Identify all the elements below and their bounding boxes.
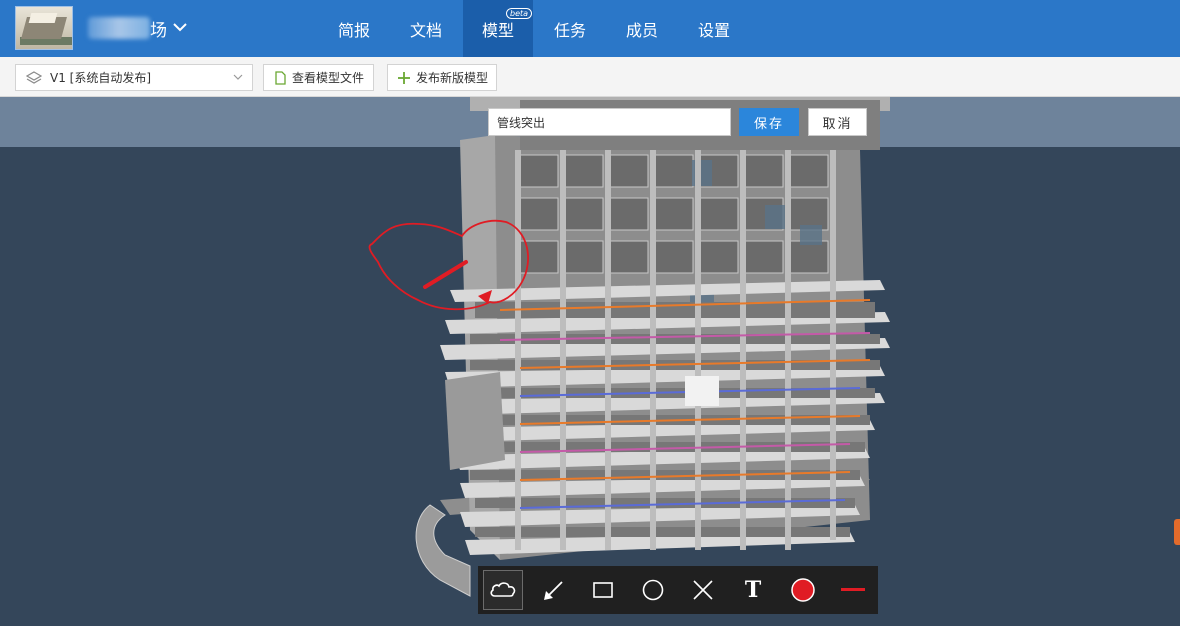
arrow-icon: [544, 581, 563, 600]
model-3d-viewport[interactable]: [0, 97, 1180, 626]
cloud-icon: [490, 582, 516, 597]
plus-icon: [398, 71, 410, 84]
publish-new-model-label: 发布新版模型: [416, 71, 489, 85]
cancel-button[interactable]: 取消: [808, 108, 867, 136]
chevron-down-icon: [233, 74, 243, 80]
version-select[interactable]: V1 [系统自动发布]: [15, 64, 253, 91]
file-icon: [275, 70, 286, 85]
line-width-icon: [841, 588, 865, 591]
tab-documents-label: 文档: [409, 20, 442, 40]
color-picker-tool[interactable]: [778, 566, 828, 614]
model-toolbar: V1 [系统自动发布] 查看模型文件 发布新版模型: [0, 57, 1180, 97]
tab-documents[interactable]: 文档: [391, 0, 461, 57]
tab-settings[interactable]: 设置: [679, 0, 749, 57]
save-button[interactable]: 保存: [739, 108, 799, 136]
layers-icon: [26, 70, 42, 84]
redacted-project-name: [88, 17, 150, 39]
tab-members-label: 成员: [625, 20, 658, 40]
project-thumbnail[interactable]: [15, 6, 73, 50]
project-switcher[interactable]: 场: [88, 14, 187, 42]
tab-model-label: 模型: [481, 20, 514, 40]
markup-toolbar: T: [478, 566, 878, 614]
text-icon: T: [744, 577, 762, 603]
publish-new-model-button[interactable]: 发布新版模型: [387, 64, 497, 91]
top-navigation-bar: 场 简报 文档 模型 beta 任务 成员 设置: [0, 0, 1180, 57]
tab-members[interactable]: 成员: [607, 0, 677, 57]
circle-icon: [642, 579, 664, 601]
view-model-files-button[interactable]: 查看模型文件: [263, 64, 374, 91]
rectangle-tool[interactable]: [578, 566, 628, 614]
annotation-title-input[interactable]: [488, 108, 731, 136]
view-model-files-label: 查看模型文件: [292, 71, 365, 85]
version-select-value: V1 [系统自动发布]: [50, 71, 152, 85]
arrow-tool[interactable]: [528, 566, 578, 614]
chevron-down-icon: [173, 20, 187, 36]
rectangle-icon: [593, 582, 613, 598]
tab-briefing-label: 简报: [337, 20, 370, 40]
tab-briefing[interactable]: 简报: [319, 0, 389, 57]
beta-badge: beta: [506, 8, 533, 19]
circle-tool[interactable]: [628, 566, 678, 614]
cross-icon: [693, 580, 713, 600]
cross-tool[interactable]: [678, 566, 728, 614]
color-picker-icon: [791, 578, 815, 602]
side-panel-tab[interactable]: [1174, 519, 1180, 545]
project-name-label: 场: [150, 20, 167, 41]
text-tool[interactable]: T: [728, 566, 778, 614]
tab-tasks-label: 任务: [553, 20, 586, 40]
cloud-tool[interactable]: [478, 566, 528, 614]
tab-tasks[interactable]: 任务: [535, 0, 605, 57]
tab-settings-label: 设置: [697, 20, 730, 40]
building-model-render: [368, 97, 890, 597]
tab-model[interactable]: 模型 beta: [463, 0, 533, 57]
line-width-tool[interactable]: [828, 566, 878, 614]
